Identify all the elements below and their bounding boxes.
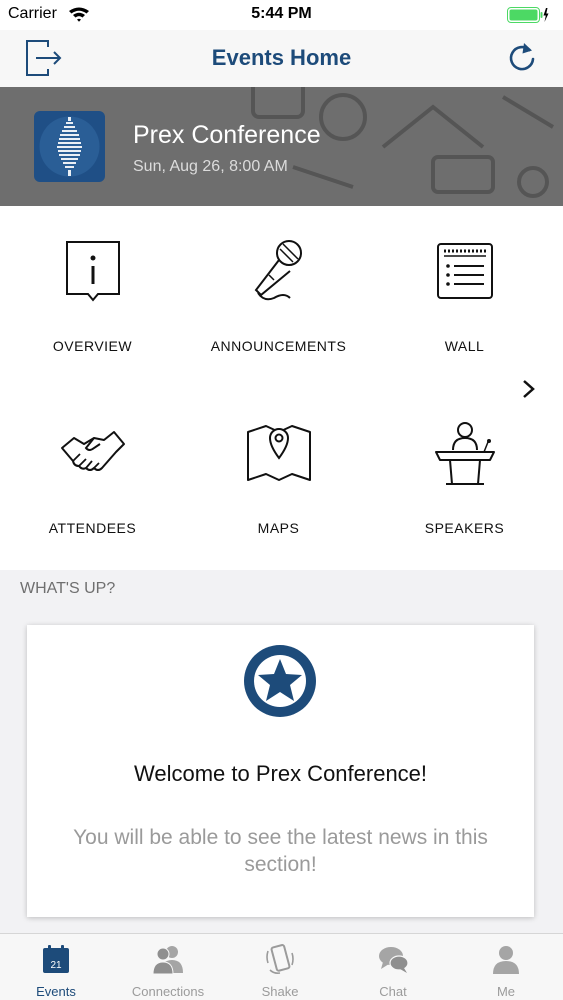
menu-attendees[interactable]: ATTENDEES (0, 206, 185, 570)
menu-label-speakers: SPEAKERS (424, 520, 505, 536)
refresh-icon[interactable] (505, 41, 539, 75)
tab-label-events: Events (36, 984, 76, 999)
event-name: Prex Conference (133, 121, 321, 149)
card-title: Welcome to Prex Conference! (133, 761, 428, 786)
map-pin-icon (246, 425, 311, 481)
tab-chat[interactable]: Chat (337, 934, 449, 1000)
clock: 5:44 PM (251, 5, 312, 22)
tab-connections[interactable]: Connections (112, 934, 224, 1000)
chevron-right-icon[interactable] (521, 378, 537, 400)
menu-label-attendees: ATTENDEES (48, 520, 137, 536)
tab-label-me: Me (496, 984, 516, 999)
page-title: Events Home (211, 45, 352, 70)
calendar-icon: 21 (43, 945, 69, 973)
tab-events[interactable]: 21 Events (0, 934, 112, 1000)
person-icon (493, 946, 519, 974)
status-bar: Carrier 5:44 PM (0, 0, 563, 30)
star-badge-icon (244, 645, 316, 717)
podium-speaker-icon (434, 422, 495, 485)
tab-bar: 21 Events Connections Shake Chat Me (0, 933, 563, 1000)
event-logo (34, 111, 105, 182)
tab-shake[interactable]: Shake (224, 934, 336, 1000)
event-banner[interactable]: Prex Conference Sun, Aug 26, 8:00 AM (0, 87, 563, 206)
battery-icon (507, 7, 549, 23)
whats-up-header: WHAT'S UP? (20, 580, 116, 597)
shake-phone-icon (266, 944, 294, 974)
event-date: Sun, Aug 26, 8:00 AM (133, 158, 288, 175)
tab-label-connections: Connections (131, 984, 205, 999)
navigation-bar: Events Home (0, 30, 563, 87)
news-card: Welcome to Prex Conference! You will be … (27, 625, 534, 917)
tab-label-chat: Chat (379, 984, 407, 999)
people-icon (152, 946, 183, 975)
chat-bubbles-icon (379, 947, 409, 973)
event-menu-grid: OVERVIEW ANNOUNCEMENTS WALL ATTENDEES MA… (0, 206, 563, 570)
card-text: You will be able to see the latest news … (73, 826, 488, 876)
event-logo-image (39, 116, 100, 177)
tab-me[interactable]: Me (450, 934, 562, 1000)
calendar-day: 21 (50, 960, 62, 971)
menu-label-maps: MAPS (257, 520, 300, 536)
tab-label-shake: Shake (261, 984, 299, 999)
menu-maps[interactable]: MAPS (186, 206, 371, 570)
handshake-icon (60, 431, 125, 471)
